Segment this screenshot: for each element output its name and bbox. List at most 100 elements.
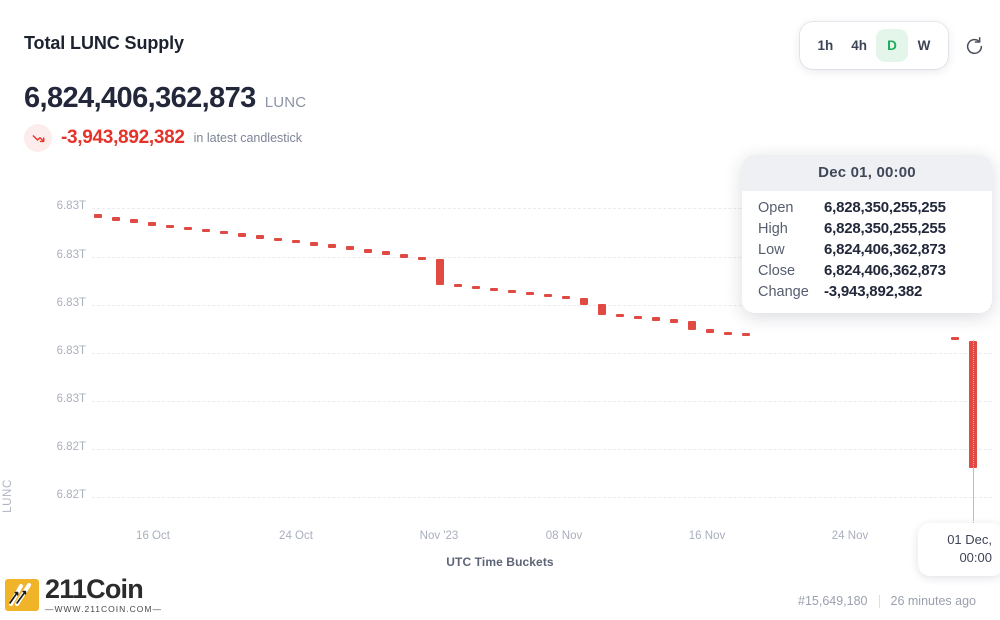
tooltip-row-label: Change (758, 284, 809, 300)
page-title: Total LUNC Supply (24, 33, 184, 53)
candlestick (562, 295, 570, 299)
y-axis-tick-label: 6.83T (56, 296, 86, 309)
y-axis-tick-label: 6.83T (56, 392, 86, 405)
range-selector: 1h 4h D W (800, 22, 948, 69)
change-label: in latest candlestick (193, 131, 303, 145)
candlestick (220, 230, 228, 235)
candlestick (328, 244, 336, 248)
tooltip-row-label: Close (758, 263, 796, 279)
candlestick (951, 337, 959, 341)
y-axis-tick-label: 6.82T (56, 440, 86, 453)
watermark-text: 211Coin —WWW.211COIN.COM— (45, 576, 162, 615)
candlestick (616, 313, 624, 317)
tooltip-row-value: -3,943,892,382 (824, 283, 923, 300)
gridline (92, 448, 992, 450)
tooltip-rows: Open 6,828,350,255,255 High 6,828,350,255,2… (742, 191, 992, 313)
candlestick (580, 297, 588, 306)
block-height: #15,649,180 (798, 594, 868, 608)
211coin-logo-icon (4, 578, 40, 612)
y-axis-tick-label: 6.83T (56, 344, 86, 357)
y-axis-tick-label: 6.83T (56, 248, 86, 261)
candlestick (490, 287, 498, 292)
tooltip-row: Change -3,943,892,382 (758, 283, 976, 300)
total-supply-value-row: 6,824,406,362,873 LUNC (24, 82, 306, 115)
crosshair-date-line1: 01 Dec, (947, 532, 992, 547)
last-updated: 26 minutes ago (890, 594, 976, 608)
candlestick (112, 216, 120, 221)
change-row: -3,943,892,382 in latest candlestick (24, 124, 302, 152)
tooltip-row: Open 6,828,350,255,255 (758, 199, 976, 216)
x-axis-tick-label: Nov '23 (419, 530, 459, 542)
candlestick (400, 253, 408, 258)
crosshair-date-line2: 00:00 (959, 549, 992, 565)
chart-footer: #15,649,180 26 minutes ago (798, 594, 976, 608)
candlestick (508, 289, 516, 294)
lunc-supply-chart-panel: Total LUNC Supply 6,824,406,362,873 LUNC… (0, 0, 1000, 620)
trend-down-icon (24, 124, 52, 152)
candlestick (652, 317, 660, 321)
candlestick (526, 291, 534, 295)
candlestick (238, 232, 246, 237)
tooltip-row: Low 6,824,406,362,873 (758, 241, 976, 258)
watermark-url: —WWW.211COIN.COM— (45, 604, 162, 614)
change-value: -3,943,892,382 (61, 127, 185, 148)
candlestick (688, 321, 696, 331)
tooltip-row: Close 6,824,406,362,873 (758, 262, 976, 279)
candlestick (274, 237, 282, 242)
tooltip-row-value: 6,828,350,255,255 (824, 199, 946, 216)
range-button-d[interactable]: D (876, 29, 908, 62)
crosshair-date-label: 01 Dec, 00:00 (918, 523, 1000, 577)
tooltip-row-label: High (758, 221, 788, 237)
tooltip-row-label: Low (758, 242, 785, 258)
x-axis-tick-label: 24 Nov (831, 530, 869, 542)
candlestick (436, 259, 444, 286)
candlestick (310, 242, 318, 246)
range-button-1h[interactable]: 1h (808, 29, 842, 62)
y-axis-tick-label: 6.82T (56, 488, 86, 501)
x-axis-tick-label: 24 Oct (279, 530, 313, 542)
candlestick (148, 221, 156, 227)
candlestick (472, 286, 480, 290)
gridline (92, 400, 992, 402)
total-supply-value: 6,824,406,362,873 (24, 82, 256, 114)
gridline (92, 352, 992, 354)
candlestick (94, 214, 102, 219)
tooltip-row: High 6,828,350,255,255 (758, 220, 976, 237)
gridline (92, 496, 992, 498)
candlestick (418, 256, 426, 261)
tooltip-title: Dec 01, 00:00 (742, 155, 992, 191)
y-axis-title: LUNC (1, 479, 14, 513)
refresh-icon[interactable] (958, 30, 990, 62)
watermark: 211Coin —WWW.211COIN.COM— (4, 576, 162, 614)
candlestick (184, 227, 192, 231)
candlestick (382, 251, 390, 256)
candlestick (130, 219, 138, 224)
candlestick (544, 293, 552, 297)
x-axis-tick-label: 08 Nov (545, 530, 583, 542)
candlestick-tooltip: Dec 01, 00:00 Open 6,828,350,255,255 High 6… (742, 155, 992, 313)
x-axis-tick-label: 16 Oct (136, 530, 170, 542)
range-button-4h[interactable]: 4h (842, 29, 876, 62)
tooltip-row-value: 6,824,406,362,873 (824, 262, 946, 279)
tooltip-row-value: 6,828,350,255,255 (824, 220, 946, 237)
x-axis-tick-label: 16 Nov (688, 530, 726, 542)
total-supply-unit: LUNC (264, 94, 307, 111)
candlestick (346, 246, 354, 251)
candlestick (292, 239, 300, 244)
candlestick (166, 224, 174, 229)
candlestick (670, 319, 678, 323)
candlestick (706, 328, 714, 333)
candlestick (364, 248, 372, 253)
crosshair-vertical-line (973, 340, 974, 520)
candlestick (598, 303, 606, 315)
x-axis-title: UTC Time Buckets (446, 555, 554, 569)
candlestick (724, 331, 732, 335)
tooltip-row-label: Open (758, 200, 794, 216)
candlestick (256, 235, 264, 239)
range-button-w[interactable]: W (908, 29, 940, 62)
footer-divider (878, 594, 880, 608)
tooltip-row-value: 6,824,406,362,873 (824, 241, 946, 258)
candlestick (742, 332, 750, 336)
y-axis-tick-label: 6.83T (56, 200, 86, 213)
candlestick (202, 228, 210, 233)
